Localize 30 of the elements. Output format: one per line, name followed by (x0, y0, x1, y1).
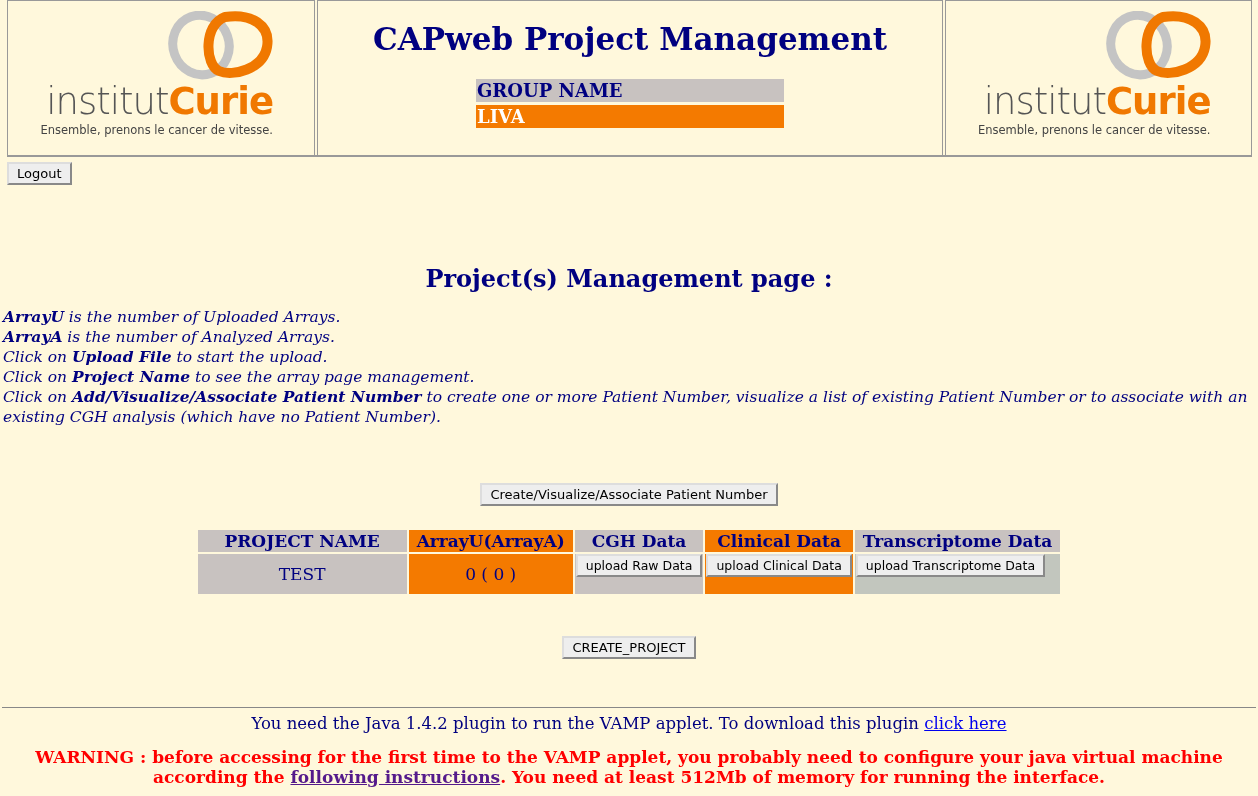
page-title: CAPweb Project Management (373, 21, 887, 57)
patient-number-button[interactable]: Create/Visualize/Associate Patient Number (480, 483, 778, 506)
java-note: You need the Java 1.4.2 plugin to run the VAMP applet. To download this plugin click here (250, 714, 1008, 733)
upload-button[interactable]: upload Raw Data (575, 554, 703, 577)
group-label: GROUP NAME (476, 79, 784, 102)
intro-text: Click on Project Name to see the array page management. (3, 367, 476, 387)
section-title: Project(s) Management page : (424, 264, 834, 293)
instructions-link[interactable]: following instructions (290, 767, 501, 787)
warning-text: WARNING : before accessing for the first time to the VAMP applet, you probably need to configure your java virtual machine according the following instructions. You need at least 512Mb of memory for running the interface. (34, 747, 1224, 787)
table-cell: 0 ( 0 ) (408, 554, 573, 594)
group-name: LIVA (476, 105, 784, 128)
create-project-button[interactable]: CREATE_PROJECT (562, 636, 696, 659)
column-header: Transcriptome Data (854, 530, 1061, 552)
intro-text: ArrayA is the number of Analyzed Arrays. (3, 327, 336, 347)
upload-button[interactable]: upload Clinical Data (706, 554, 852, 577)
logo-tagline: Ensemble, prenons le cancer de vitesse. (978, 123, 1211, 137)
logo-tagline: Ensemble, prenons le cancer de vitesse. (40, 123, 273, 137)
logout-button[interactable]: Logout (7, 162, 72, 185)
project-name-link[interactable]: TEST (197, 554, 407, 594)
column-header: ArrayU(ArrayA) (408, 530, 573, 552)
intro-text: ArrayU is the number of Uploaded Arrays. (3, 307, 342, 327)
logo-wordmark: institutCurie (46, 83, 273, 121)
intro-text: Click on Upload File to start the upload. (3, 347, 329, 367)
column-header: Clinical Data (705, 530, 853, 552)
logo-wordmark: institutCurie (983, 83, 1211, 121)
intro-text: Click on Add/Visualize/Associate Patient Number to create one or more Patient Number, visualize a list of existing Patient Number or to associate with an existing CGH analysis (which have no Patient Number). (3, 387, 1249, 427)
column-header: PROJECT NAME (197, 530, 407, 552)
upload-button[interactable]: upload Transcriptome Data (855, 554, 1046, 577)
column-header: CGH Data (574, 530, 704, 552)
download-link[interactable]: click here (924, 714, 1007, 733)
